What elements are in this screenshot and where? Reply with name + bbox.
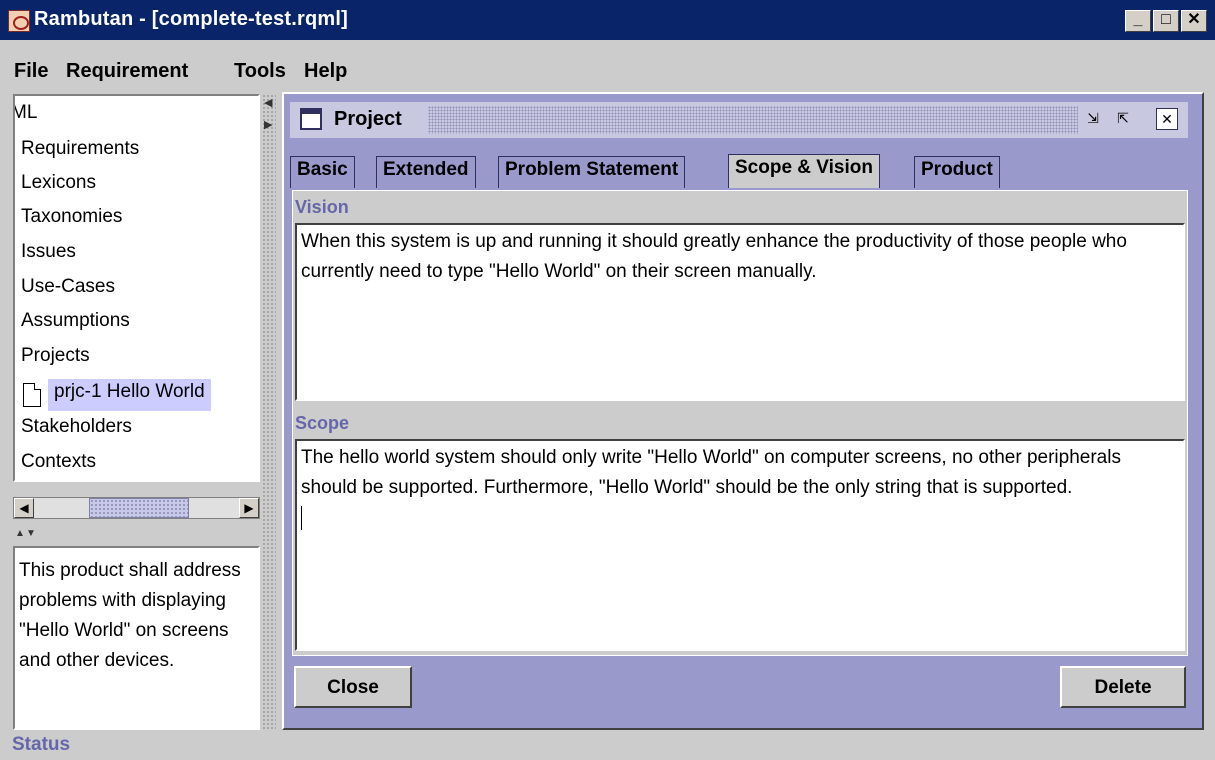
project-window: Project ⇲ ⇱ ✕ Basic Extended Problem Sta… [282,92,1204,730]
tab-basic[interactable]: Basic [290,156,355,188]
menu-help[interactable]: Help [304,60,347,83]
minimize-button[interactable]: _ [1125,10,1151,32]
tree-item-stakeholders[interactable]: Stakeholders [21,416,132,438]
project-tree[interactable]: ML Requirements Lexicons Taxonomies Issu… [13,94,260,482]
document-icon [23,383,41,407]
close-window-icon[interactable]: ✕ [1156,108,1178,130]
project-window-titlebar[interactable]: Project ⇲ ⇱ ✕ [290,102,1188,138]
tree-item-selected[interactable]: prjc-1 Hello World [21,379,258,411]
app-icon [8,10,30,32]
split-down-icon[interactable]: ▼ [26,528,36,539]
tab-problem-statement[interactable]: Problem Statement [498,156,686,188]
window-titlebar[interactable]: Rambutan - [complete-test.rqml] _ □ ✕ [0,0,1215,40]
scrollbar-thumb[interactable] [89,498,189,518]
scope-label: Scope [295,413,350,433]
text-caret [301,505,302,530]
tree-item-ml[interactable]: ML [15,102,37,124]
vertical-splitter[interactable]: ▲ ▼ [13,528,260,540]
split-up-icon[interactable]: ▲ [15,528,25,539]
collapse-right-icon[interactable]: ▶ [264,118,272,131]
project-window-title: Project [334,108,402,130]
scope-text: The hello world system should only write… [301,447,1121,498]
delete-button[interactable]: Delete [1060,666,1186,708]
vision-textarea[interactable]: When this system is up and running it sh… [295,223,1185,401]
titlebar-texture [428,106,1078,134]
menu-tools[interactable]: Tools [234,60,286,83]
horizontal-splitter[interactable] [262,94,276,730]
tree-item-assumptions[interactable]: Assumptions [21,310,130,332]
vision-text: When this system is up and running it sh… [301,231,1127,282]
tab-extended[interactable]: Extended [376,156,476,188]
description-panel: This product shall address problems with… [13,546,260,730]
tree-item-lexicons[interactable]: Lexicons [21,172,96,194]
tree-item-requirements[interactable]: Requirements [21,138,139,160]
tree-item-taxonomies[interactable]: Taxonomies [21,206,122,228]
tab-strip: Basic Extended Problem Statement Scope &… [290,154,1188,188]
tree-item-contexts[interactable]: Contexts [21,451,96,473]
tab-content: Vision When this system is up and runnin… [292,190,1188,656]
tree-item-issues[interactable]: Issues [21,241,76,263]
menu-bar: File Requirement Tools Help [0,52,1215,88]
menu-file[interactable]: File [14,60,48,83]
scroll-left-icon[interactable]: ◀ [14,498,34,518]
menu-requirement[interactable]: Requirement [66,60,188,83]
window-icon [300,108,322,130]
maximize-button[interactable]: □ [1153,10,1179,32]
window-title: Rambutan - [complete-test.rqml] [34,8,349,30]
description-text: This product shall address problems with… [19,560,241,671]
tree-item-projects[interactable]: Projects [21,345,90,367]
restore-icon[interactable]: ⇱ [1112,108,1134,130]
status-bar: Status [12,734,71,755]
scope-textarea[interactable]: The hello world system should only write… [295,439,1185,651]
tree-item-selected-label: prjc-1 Hello World [48,379,211,411]
button-bar: Close Delete [292,664,1188,710]
iconify-icon[interactable]: ⇲ [1082,108,1104,130]
close-button[interactable]: ✕ [1181,10,1207,32]
tree-horizontal-scrollbar[interactable]: ◀ ▶ [13,497,260,519]
scroll-right-icon[interactable]: ▶ [239,498,259,518]
close-project-button[interactable]: Close [294,666,412,708]
tab-scope-vision[interactable]: Scope & Vision [728,154,880,188]
tree-item-use-cases[interactable]: Use-Cases [21,276,115,298]
collapse-left-icon[interactable]: ◀ [264,96,272,109]
tab-product[interactable]: Product [914,156,1000,188]
vision-label: Vision [295,197,349,217]
